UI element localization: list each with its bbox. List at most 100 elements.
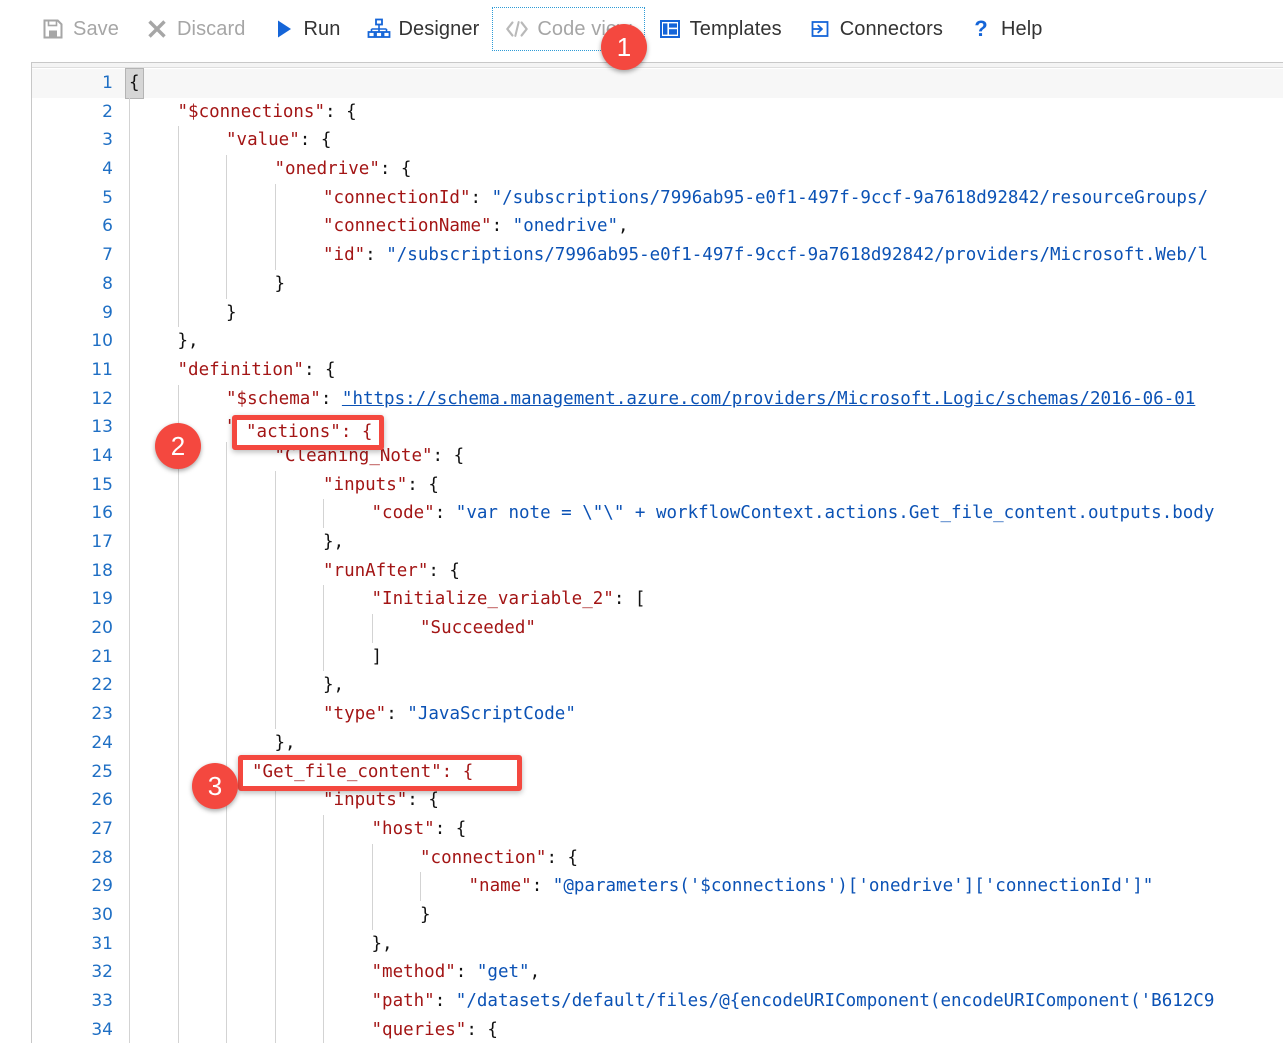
line-number: 29 (91, 876, 113, 897)
code-line[interactable]: 33 "path": "/datasets/default/files/@{enc… (32, 987, 1283, 1016)
code-line[interactable]: 32 "method": "get", (32, 958, 1283, 987)
save-button-label: Save (73, 17, 119, 40)
help-button-label: Help (1000, 17, 1043, 40)
code-token: : { (407, 790, 439, 811)
code-editor[interactable]: 1{2 "$connections": {3 "value": {4 "onedriv… (31, 62, 1283, 1043)
code-line[interactable]: 6 "connectionName": "onedrive", (32, 212, 1283, 242)
code-line[interactable]: 7 "id": "/subscriptions/7996ab95-e0f1-497… (32, 241, 1283, 270)
code-token: "$connections" (177, 101, 326, 122)
line-content: }, (126, 671, 1283, 701)
code-line[interactable]: 14 "Cleaning_Note": { (32, 441, 1283, 471)
code-token: } (420, 904, 431, 925)
code-line[interactable]: 30} (32, 900, 1283, 930)
connectors-icon (808, 17, 832, 41)
code-line[interactable]: 4 "onedrive": { (32, 155, 1283, 184)
code-line[interactable]: 17}, (32, 528, 1283, 557)
code-line[interactable]: 3 "value": { (32, 126, 1283, 156)
code-line[interactable]: 12 "$schema": "https://schema.management.… (32, 384, 1283, 414)
code-line[interactable]: 13 "actions": { (32, 413, 1283, 442)
line-content: "onedrive": { (126, 155, 1283, 184)
templates-button[interactable]: Templates (645, 7, 795, 51)
help-button[interactable]: ? Help (956, 7, 1056, 51)
connectors-button-label: Connectors (839, 17, 943, 40)
code-token: : (320, 388, 342, 409)
line-content: "id": "/subscriptions/7996ab95-e0f1-497f… (126, 241, 1283, 270)
code-line[interactable]: 34 "queries": { (32, 1015, 1283, 1043)
code-token: "method" (371, 962, 456, 983)
line-content: } (126, 298, 1283, 328)
code-line[interactable]: 1{ (32, 68, 1283, 99)
code-line[interactable]: 9} (32, 298, 1283, 328)
line-number: 18 (91, 560, 113, 581)
line-content: "$connections": { (126, 97, 1283, 127)
code-token: "$schema" (226, 388, 321, 409)
code-line[interactable]: 20 "Succeeded" (32, 614, 1283, 643)
designer-button[interactable]: Designer (354, 7, 493, 51)
code-line[interactable]: 22}, (32, 671, 1283, 701)
code-token: : { (466, 1019, 498, 1040)
line-number: 8 (102, 273, 113, 294)
code-line[interactable]: 28 "connection": { (32, 843, 1283, 873)
line-content: } (126, 900, 1283, 930)
run-button[interactable]: Run (259, 7, 354, 51)
code-token: }, (323, 532, 345, 552)
code-token: "host" (371, 818, 435, 839)
line-content: "inputs": { (126, 470, 1283, 500)
code-token: "connection" (420, 847, 547, 868)
code-line[interactable]: 10}, (32, 327, 1283, 356)
line-number: 10 (91, 331, 113, 352)
run-button-label: Run (303, 17, 341, 40)
code-token: : { (432, 445, 465, 466)
code-token: "Initialize_variable_2" (371, 589, 614, 610)
discard-button[interactable]: Discard (132, 7, 259, 51)
code-token: : (386, 704, 408, 725)
discard-button-label: Discard (177, 17, 246, 40)
line-content: }, (126, 929, 1283, 959)
line-content: "runAfter": { (126, 556, 1283, 586)
code-line[interactable]: 24}, (32, 728, 1283, 758)
callout-badge-1: 1 (601, 24, 647, 70)
code-token: "get" (476, 962, 530, 983)
code-token: "type" (323, 704, 387, 725)
code-line[interactable]: 15 "inputs": { (32, 470, 1283, 500)
line-number: 5 (102, 187, 113, 208)
code-line[interactable]: 31}, (32, 929, 1283, 959)
code-token: : (455, 962, 477, 983)
code-token: "definition" (177, 359, 304, 380)
line-content: "queries": { (126, 1015, 1283, 1043)
code-line[interactable]: 2 "$connections": { (32, 97, 1283, 127)
code-token: : { (428, 560, 460, 581)
code-token: "connectionId" (323, 187, 471, 208)
line-content: "connection": { (126, 843, 1283, 873)
code-line[interactable]: 18 "runAfter": { (32, 556, 1283, 586)
line-content: "method": "get", (126, 958, 1283, 987)
code-line[interactable]: 27 "host": { (32, 814, 1283, 844)
code-token: : [ (613, 589, 646, 610)
code-line[interactable]: 23 "type": "JavaScriptCode" (32, 700, 1283, 729)
editor-horizontal-scrollbar[interactable] (32, 63, 1283, 68)
line-number: 31 (91, 933, 113, 954)
code-line[interactable]: 29 "name": "@parameters('$connections')['… (32, 872, 1283, 901)
connectors-button[interactable]: Connectors (795, 7, 956, 51)
code-line[interactable]: 16 "code": "var note = \"\" + workflowCon… (32, 499, 1283, 528)
save-button[interactable]: Save (28, 7, 132, 51)
line-number: 23 (91, 704, 113, 725)
code-token: "path" (371, 991, 435, 1011)
code-line[interactable]: 11 "definition": { (32, 355, 1283, 385)
line-content: "definition": { (126, 355, 1283, 385)
code-line[interactable]: 5 "connectionId": "/subscriptions/7996ab9… (32, 183, 1283, 213)
code-token: "/subscriptions/7996ab95-e0f1-497f-9ccf-… (386, 245, 1209, 266)
code-line[interactable]: 21] (32, 642, 1283, 672)
line-number: 32 (91, 962, 113, 983)
code-line[interactable]: 8} (32, 269, 1283, 299)
line-content: { (125, 68, 1283, 99)
code-token: "code" (371, 503, 435, 524)
code-token: "Succeeded" (420, 618, 536, 639)
logic-app-code-view-screen: Save Discard Run Designer Code view Temp… (0, 0, 1283, 1043)
line-content: "connectionId": "/subscriptions/7996ab95… (126, 183, 1283, 213)
code-line[interactable]: 19 "Initialize_variable_2": [ (32, 585, 1283, 615)
code-token: ] (371, 646, 383, 667)
code-lines-container[interactable]: 1{2 "$connections": {3 "value": {4 "onedriv… (32, 68, 1283, 1043)
code-token: : (365, 245, 387, 266)
line-content: "$schema": "https://schema.management.az… (126, 384, 1283, 414)
